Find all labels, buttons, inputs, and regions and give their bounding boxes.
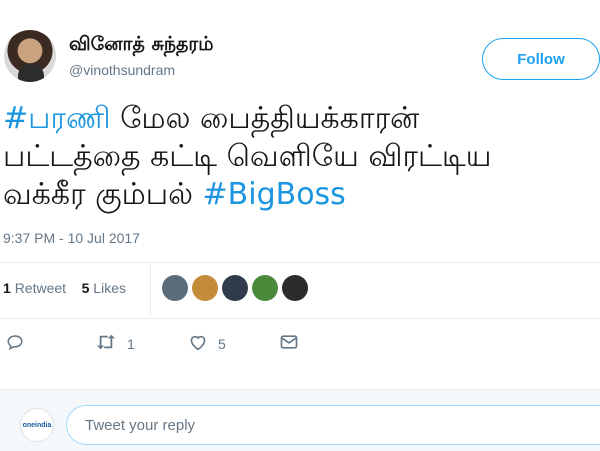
author-handle[interactable]: @vinothsundram (69, 62, 175, 78)
follow-button[interactable]: Follow (482, 38, 600, 80)
divider (0, 262, 600, 263)
likes-stat-count: 5 (81, 280, 90, 296)
reply-button[interactable] (6, 333, 24, 354)
likes-stat-label: Likes (93, 280, 126, 296)
liker-avatars (162, 275, 308, 301)
retweet-button[interactable]: 1 (95, 333, 135, 354)
like-count: 5 (218, 335, 226, 352)
divider (0, 318, 600, 319)
hashtag-link[interactable]: #பரணி (3, 101, 111, 136)
tweet-timestamp[interactable]: 9:37 PM - 10 Jul 2017 (3, 230, 140, 246)
reply-input[interactable]: Tweet your reply (66, 405, 600, 445)
retweet-stat-count: 1 (3, 280, 11, 296)
liker-avatar[interactable] (192, 275, 218, 301)
tweet-text-part: வக்கீர கும்பல் (3, 177, 203, 212)
hashtag-link[interactable]: #BigBoss (203, 177, 346, 212)
author-display-name[interactable]: வினோத் சுந்தரம் (69, 33, 214, 58)
tweet-text-part: மேல பைத்தியக்காரன் (110, 101, 420, 136)
liker-avatar[interactable] (222, 275, 248, 301)
retweet-stat-label: Retweet (14, 280, 67, 296)
heart-icon (188, 333, 208, 354)
envelope-icon (279, 333, 299, 354)
reply-icon (6, 333, 24, 354)
retweet-icon (95, 333, 117, 354)
tweet-stats: 1 Retweet 5 Likes (3, 280, 126, 296)
author-avatar[interactable] (4, 30, 56, 82)
direct-message-button[interactable] (279, 333, 299, 354)
liker-avatar[interactable] (252, 275, 278, 301)
tweet-text: #பரணி மேல பைத்தியக்காரன் பட்டத்தை கட்டி … (3, 100, 600, 214)
like-button[interactable]: 5 (188, 333, 226, 354)
retweet-count: 1 (127, 335, 135, 352)
retweet-stat[interactable]: 1 Retweet (3, 280, 66, 296)
divider (150, 265, 151, 315)
likes-stat[interactable]: 5 Likes (82, 280, 126, 296)
tweet-text-part: பட்டத்தை கட்டி வெளியே விரட்டிய (3, 139, 492, 174)
liker-avatar[interactable] (282, 275, 308, 301)
reply-composer: oneindia Tweet your reply (0, 389, 600, 451)
current-user-avatar[interactable]: oneindia (20, 408, 54, 442)
liker-avatar[interactable] (162, 275, 188, 301)
